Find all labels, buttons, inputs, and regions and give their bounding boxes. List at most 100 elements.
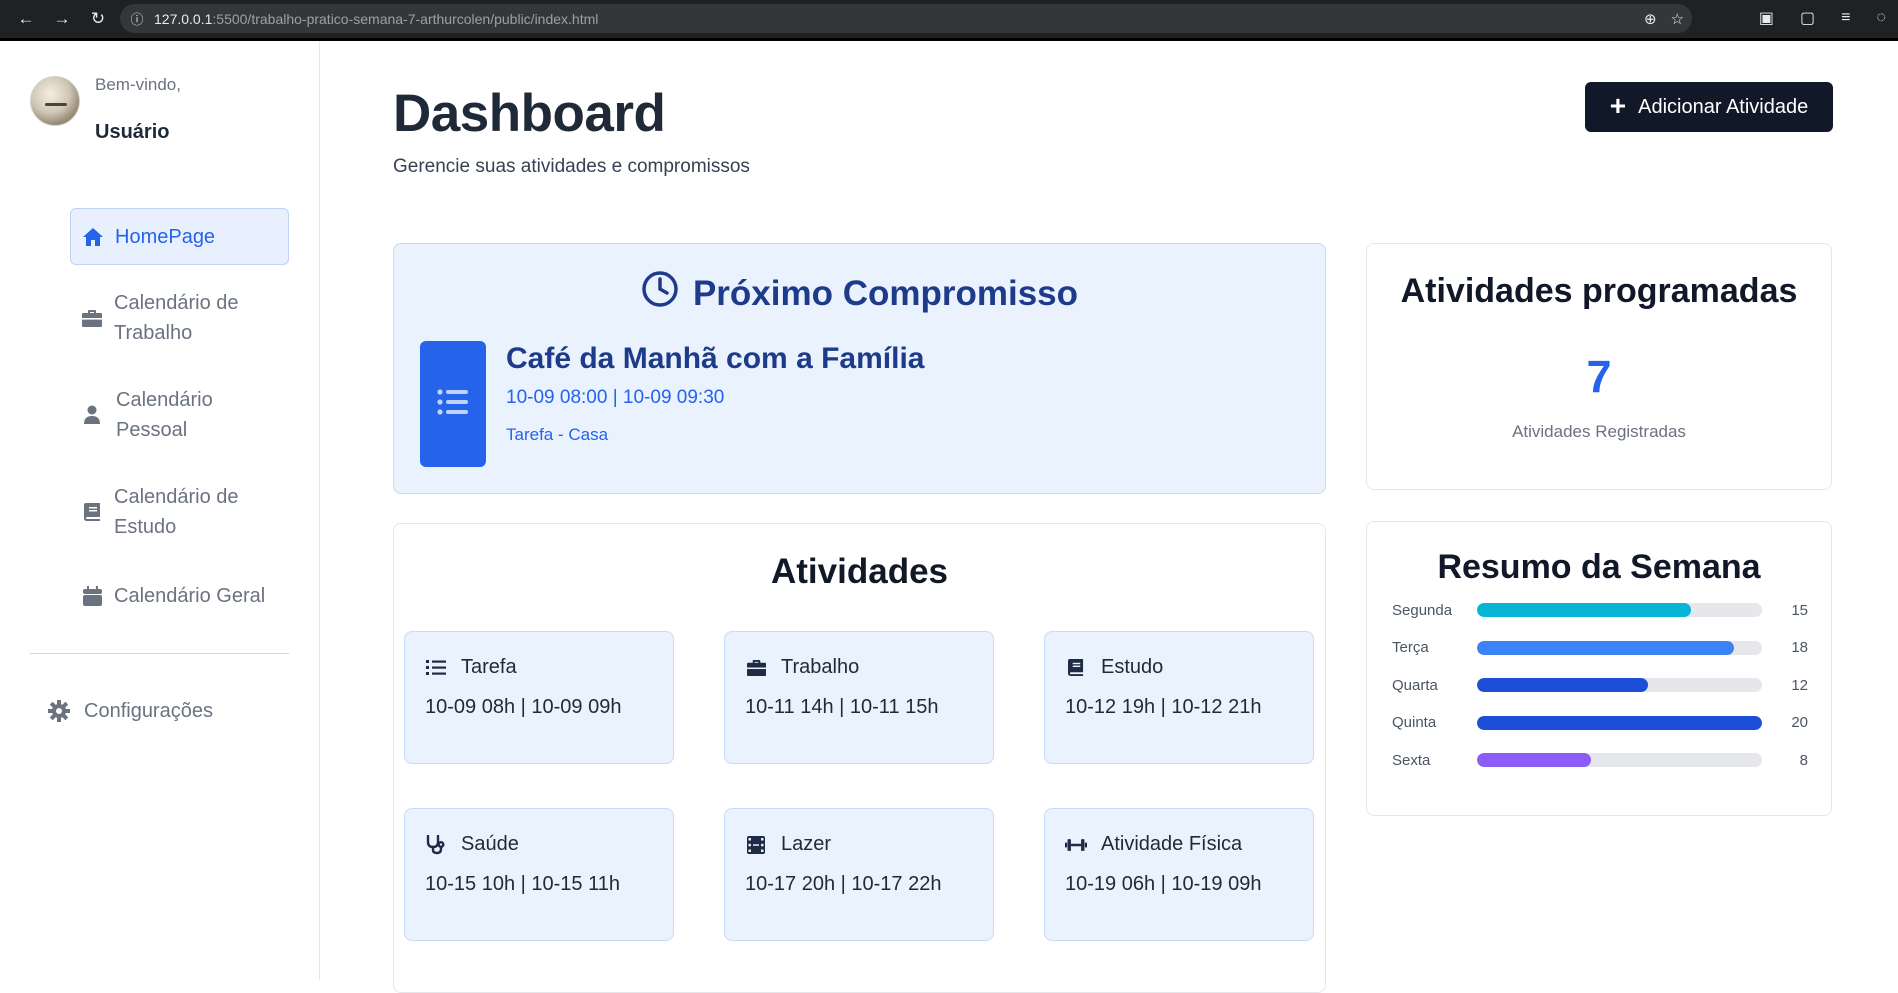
week-progress-fill bbox=[1477, 603, 1691, 617]
list-icon bbox=[425, 659, 447, 676]
scheduled-label: Atividades Registradas bbox=[1512, 422, 1686, 441]
sidebar-item-label: Calendário Geral bbox=[114, 585, 266, 607]
avatar bbox=[30, 76, 80, 126]
week-summary-title: Resumo da Semana bbox=[1437, 548, 1761, 586]
clock-icon bbox=[641, 270, 679, 317]
next-appointment-category-bar bbox=[420, 341, 486, 467]
week-day-label: Segunda bbox=[1392, 601, 1453, 619]
welcome-text: Bem-vindo, bbox=[95, 75, 181, 94]
sidebar-item-settings[interactable]: Configurações bbox=[34, 696, 284, 726]
profile-icon[interactable]: ◌ bbox=[1876, 9, 1886, 27]
extensions-icon[interactable]: ▣ bbox=[1759, 8, 1774, 28]
zoom-icon[interactable]: ⊕ bbox=[1644, 10, 1657, 28]
activity-label: Atividade Física bbox=[1101, 833, 1243, 855]
activity-card-tarefa[interactable]: Tarefa 10-09 08h | 10-09 09h bbox=[404, 631, 674, 764]
week-value: 18 bbox=[1791, 639, 1808, 656]
sidebar-item-homepage[interactable]: HomePage bbox=[70, 208, 289, 265]
activity-time: 10-17 20h | 10-17 22h bbox=[745, 873, 942, 895]
week-day-label: Terça bbox=[1392, 639, 1429, 656]
activity-time: 10-19 06h | 10-19 09h bbox=[1065, 873, 1262, 895]
activity-time: 10-15 10h | 10-15 11h bbox=[425, 873, 620, 895]
scheduled-activities-card: Atividades programadas 7 Atividades Regi… bbox=[1366, 243, 1832, 490]
activity-card-estudo[interactable]: Estudo 10-12 19h | 10-12 21h bbox=[1044, 631, 1314, 764]
activity-time: 10-12 19h | 10-12 21h bbox=[1065, 696, 1262, 718]
activity-time: 10-09 08h | 10-09 09h bbox=[425, 696, 622, 718]
reload-icon[interactable]: ↻ bbox=[80, 1, 116, 37]
user-profile bbox=[30, 76, 80, 126]
week-progress-track bbox=[1477, 753, 1762, 767]
briefcase-icon bbox=[745, 659, 767, 677]
address-bar[interactable]: ⓘ 127.0.0.1:5500/trabalho-pratico-semana… bbox=[120, 4, 1692, 33]
forward-icon[interactable]: → bbox=[44, 1, 80, 37]
activity-card-saude[interactable]: Saúde 10-15 10h | 10-15 11h bbox=[404, 808, 674, 941]
week-progress-fill bbox=[1477, 715, 1762, 730]
sidebar-item-work-calendar[interactable]: Calendário de Trabalho bbox=[70, 288, 289, 348]
week-value: 20 bbox=[1791, 714, 1808, 731]
book-icon bbox=[1065, 658, 1087, 677]
list-icon bbox=[437, 388, 469, 421]
activity-card-atividade-fisica[interactable]: Atividade Física 10-19 06h | 10-19 09h bbox=[1044, 808, 1314, 941]
week-progress-track bbox=[1477, 715, 1762, 730]
activities-card: Atividades Tarefa 10-09 08h | 10-09 09h … bbox=[393, 523, 1326, 993]
sidebar-item-label: Calendário de Trabalho bbox=[114, 292, 239, 344]
browser-toolbar: ← → ↻ ⓘ 127.0.0.1:5500/trabalho-pratico-… bbox=[0, 0, 1898, 41]
week-summary-row: Sexta 8 bbox=[1392, 750, 1808, 770]
sidebar-item-personal-calendar[interactable]: Calendário Pessoal bbox=[70, 385, 289, 445]
site-info-icon[interactable]: ⓘ bbox=[120, 9, 154, 28]
scheduled-count: 7 bbox=[1586, 351, 1612, 402]
user-icon bbox=[70, 405, 114, 425]
week-value: 8 bbox=[1799, 751, 1808, 769]
page-subtitle: Gerencie suas atividades e compromissos bbox=[393, 156, 750, 177]
sidebar-item-label: HomePage bbox=[115, 225, 216, 248]
activity-label: Saúde bbox=[461, 833, 519, 855]
activity-label: Estudo bbox=[1101, 656, 1164, 678]
plus-icon: + bbox=[1609, 89, 1627, 121]
activity-time: 10-11 14h | 10-11 15h bbox=[745, 696, 939, 718]
week-progress-track bbox=[1477, 678, 1762, 692]
week-summary-card: Resumo da Semana Segunda 15 Terça 18 Quarta 1… bbox=[1366, 521, 1832, 816]
week-day-label: Quinta bbox=[1392, 714, 1437, 731]
activity-label: Tarefa bbox=[461, 656, 517, 678]
sidebar-item-label: Calendário Pessoal bbox=[116, 389, 213, 441]
sidebar-item-label: Calendário de Estudo bbox=[114, 486, 239, 538]
bookmark-star-icon[interactable]: ☆ bbox=[1671, 10, 1684, 28]
book-icon bbox=[70, 502, 114, 522]
activity-label: Lazer bbox=[781, 833, 832, 855]
home-icon bbox=[71, 227, 115, 247]
week-summary-row: Quinta 20 bbox=[1392, 713, 1808, 733]
week-progress-track bbox=[1477, 603, 1762, 617]
week-progress-fill bbox=[1477, 753, 1591, 767]
next-appointment-title: Próximo Compromisso bbox=[394, 270, 1325, 317]
add-activity-label: Adicionar Atividade bbox=[1638, 95, 1809, 118]
activity-card-lazer[interactable]: Lazer 10-17 20h | 10-17 22h bbox=[724, 808, 994, 941]
week-day-label: Sexta bbox=[1392, 751, 1431, 769]
next-appointment-time: 10-09 08:00 | 10-09 09:30 bbox=[506, 387, 725, 408]
week-progress-track bbox=[1477, 640, 1762, 655]
activities-title: Atividades bbox=[771, 552, 948, 591]
next-appointment-card[interactable]: Próximo Compromisso Café da Manhã com a … bbox=[393, 243, 1326, 494]
week-summary-row: Segunda 15 bbox=[1392, 600, 1808, 620]
sidebar-divider bbox=[30, 653, 289, 654]
calendar-icon bbox=[70, 586, 114, 606]
activity-label: Trabalho bbox=[781, 656, 860, 678]
add-activity-button[interactable]: + Adicionar Atividade bbox=[1585, 82, 1833, 132]
gear-icon bbox=[34, 700, 84, 722]
sidebar-item-general-calendar[interactable]: Calendário Geral bbox=[70, 581, 289, 611]
sidebar-item-study-calendar[interactable]: Calendário de Estudo bbox=[70, 482, 289, 542]
username: Usuário bbox=[95, 121, 170, 143]
week-day-label: Quarta bbox=[1392, 676, 1438, 694]
reading-list-icon[interactable]: ≡ bbox=[1841, 9, 1850, 27]
scheduled-title: Atividades programadas bbox=[1400, 272, 1798, 310]
film-icon bbox=[745, 835, 767, 854]
week-summary-row: Quarta 12 bbox=[1392, 675, 1808, 695]
back-icon[interactable]: ← bbox=[8, 1, 44, 37]
next-appointment-name: Café da Manhã com a Família bbox=[506, 342, 925, 375]
sidebar: Bem-vindo, Usuário HomePage Calendário d… bbox=[0, 41, 320, 980]
sidebar-item-label: Configurações bbox=[84, 700, 213, 722]
stethoscope-icon bbox=[425, 834, 447, 855]
activity-card-trabalho[interactable]: Trabalho 10-11 14h | 10-11 15h bbox=[724, 631, 994, 764]
week-value: 12 bbox=[1791, 676, 1808, 694]
tab-search-icon[interactable]: ▢ bbox=[1800, 8, 1815, 28]
week-progress-fill bbox=[1477, 678, 1648, 692]
dumbbell-icon bbox=[1065, 837, 1087, 853]
